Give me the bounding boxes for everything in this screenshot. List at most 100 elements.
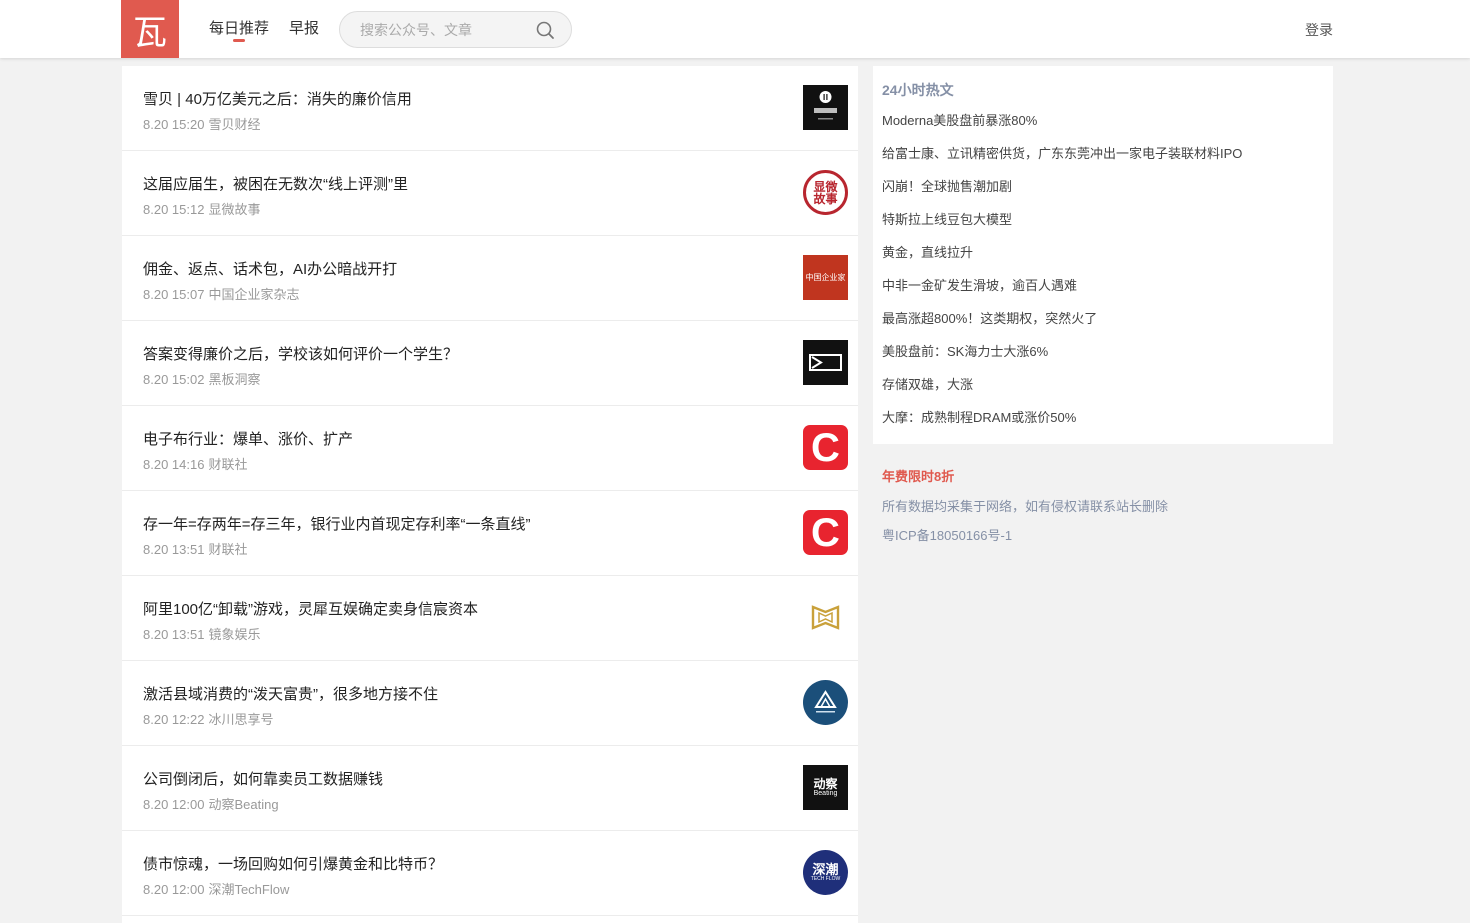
article-item[interactable]: 电子布行业：爆单、涨价、扩产 8.20 14:16 财联社 C bbox=[122, 406, 858, 491]
article-source: 冰川思享号 bbox=[208, 712, 274, 727]
article-meta: 8.20 15:12 显微故事 bbox=[143, 199, 260, 218]
article-source: 雪贝财经 bbox=[208, 117, 261, 132]
cailianshe-logo-icon[interactable]: C bbox=[803, 510, 848, 555]
dongcha-line1: 动察 bbox=[813, 776, 838, 791]
hot-article-item[interactable]: 大摩：成熟制程DRAM或涨价50% bbox=[882, 409, 1242, 442]
article-meta: 8.20 15:20 雪贝财经 bbox=[143, 114, 260, 133]
article-meta: 8.20 12:00 深潮TechFlow bbox=[143, 879, 289, 898]
article-source: 深潮TechFlow bbox=[208, 882, 290, 897]
jingxiang-mark-icon bbox=[811, 605, 840, 630]
hot-article-item[interactable]: 最高涨超800%！这类期权，突然火了 bbox=[882, 310, 1242, 343]
dongcha-logo-icon[interactable]: 动察 Beating bbox=[803, 765, 848, 810]
article-source: 黑板洞察 bbox=[208, 372, 261, 387]
article-title[interactable]: 这届应届生，被困在无数次“线上评测”里 bbox=[143, 173, 408, 194]
bingchuan-logo-icon[interactable] bbox=[803, 680, 848, 725]
article-item[interactable]: 佣金、返点、话术包，AI办公暗战开打 8.20 15:07 中国企业家杂志 中国企… bbox=[122, 236, 858, 321]
hot-article-item[interactable]: 美股盘前：SK海力士大涨6% bbox=[882, 343, 1242, 376]
hot-article-item[interactable]: 存储双雄，大涨 bbox=[882, 376, 1242, 409]
article-item[interactable]: 答案变得廉价之后，学校该如何评价一个学生？ 8.20 15:02 黑板洞察 bbox=[122, 321, 858, 406]
xianwei-line2: 故事 bbox=[813, 191, 838, 206]
nav-morning-label: 早报 bbox=[289, 20, 320, 37]
annual-promo-link[interactable]: 年费限时8折 bbox=[882, 466, 954, 485]
xuebei-mark-icon bbox=[814, 91, 837, 120]
article-title[interactable]: 雪贝 | 40万亿美元之后：消失的廉价信用 bbox=[143, 88, 412, 109]
article-item[interactable]: 存一年=存两年=存三年，银行业内首现定存利率“一条直线” 8.20 13:51 财… bbox=[122, 491, 858, 576]
article-title[interactable]: 佣金、返点、话术包，AI办公暗战开打 bbox=[143, 258, 397, 279]
article-item[interactable]: 阿里100亿“卸载”游戏，灵犀互娱确定卖身信宸资本 8.20 13:51 镜象娱乐 bbox=[122, 576, 858, 661]
nav-daily-label: 每日推荐 bbox=[209, 20, 270, 37]
article-source: 动察Beating bbox=[208, 797, 279, 812]
cailianshe-letter: C bbox=[811, 510, 840, 555]
icp-record-link[interactable]: 粤ICP备18050166号-1 bbox=[882, 525, 1012, 544]
article-meta: 8.20 13:51 财联社 bbox=[143, 539, 247, 558]
article-source: 中国企业家杂志 bbox=[208, 287, 300, 302]
article-source: 财联社 bbox=[208, 542, 248, 557]
hot-article-item[interactable]: 中非一金矿发生滑坡，逾百人遇难 bbox=[882, 277, 1242, 310]
top-header: 瓦 每日推荐 早报 登录 bbox=[0, 0, 1470, 58]
article-title[interactable]: 存一年=存两年=存三年，银行业内首现定存利率“一条直线” bbox=[143, 513, 531, 534]
article-item[interactable]: 债市惊魂，一场回购如何引爆黄金和比特币？ 8.20 12:00 深潮TechFlo… bbox=[122, 831, 858, 916]
article-time: 8.20 12:22 bbox=[143, 712, 205, 727]
dongcha-line2: Beating bbox=[813, 790, 838, 798]
article-title[interactable]: 阿里100亿“卸载”游戏，灵犀互娱确定卖身信宸资本 bbox=[143, 598, 478, 619]
bingchuan-mark-icon bbox=[814, 690, 837, 713]
hot-article-item[interactable]: 闪崩！全球抛售潮加剧 bbox=[882, 178, 1242, 211]
site-logo[interactable]: 瓦 bbox=[121, 0, 179, 58]
article-time: 8.20 12:00 bbox=[143, 882, 205, 897]
article-source: 财联社 bbox=[208, 457, 248, 472]
article-meta: 8.20 15:07 中国企业家杂志 bbox=[143, 284, 299, 303]
article-time: 8.20 15:02 bbox=[143, 372, 205, 387]
nav-morning-report[interactable]: 早报 bbox=[289, 19, 319, 39]
article-item[interactable]: 雪贝 | 40万亿美元之后：消失的廉价信用 8.20 15:20 雪贝财经 bbox=[122, 66, 858, 151]
article-source: 镜象娱乐 bbox=[208, 627, 261, 642]
hot-article-item[interactable]: 给富士康、立讯精密供货，广东东莞冲出一家电子装联材料IPO bbox=[882, 145, 1242, 178]
hot-articles-panel: 24小时热文 Moderna美股盘前暴涨80% 给富士康、立讯精密供货，广东东莞… bbox=[873, 66, 1333, 444]
cailianshe-logo-icon[interactable]: C bbox=[803, 425, 848, 470]
article-feed: 雪贝 | 40万亿美元之后：消失的廉价信用 8.20 15:20 雪贝财经 这届应… bbox=[122, 66, 858, 923]
article-item[interactable]: 激活县域消费的“泼天富贵”，很多地方接不住 8.20 12:22 冰川思享号 bbox=[122, 661, 858, 746]
article-time: 8.20 15:07 bbox=[143, 287, 205, 302]
article-source: 显微故事 bbox=[208, 202, 261, 217]
login-link[interactable]: 登录 bbox=[1305, 20, 1333, 40]
zgqyj-text: 中国企业家 bbox=[805, 273, 846, 282]
article-item[interactable]: 这届应届生，被困在无数次“线上评测”里 8.20 15:12 显微故事 显微 故事 bbox=[122, 151, 858, 236]
shenchao-line1: 深潮 bbox=[812, 862, 839, 878]
search-input[interactable] bbox=[360, 20, 530, 40]
xianwei-line1: 显微 bbox=[813, 179, 838, 194]
search-box bbox=[339, 11, 572, 48]
article-title[interactable]: 公司倒闭后，如何靠卖员工数据赚钱 bbox=[143, 768, 383, 789]
article-title[interactable]: 答案变得廉价之后，学校该如何评价一个学生？ bbox=[143, 343, 458, 364]
hot-article-item[interactable]: Moderna美股盘前暴涨80% bbox=[882, 112, 1242, 145]
article-meta: 8.20 13:51 镜象娱乐 bbox=[143, 624, 260, 643]
article-time: 8.20 15:12 bbox=[143, 202, 205, 217]
heiban-logo-icon[interactable] bbox=[803, 340, 848, 385]
hot-article-item[interactable]: 黄金，直线拉升 bbox=[882, 244, 1242, 277]
article-time: 8.20 13:51 bbox=[143, 542, 205, 557]
shenchao-line2: TECH FLOW bbox=[810, 875, 841, 882]
article-title[interactable]: 激活县域消费的“泼天富贵”，很多地方接不住 bbox=[143, 683, 438, 704]
copyright-disclaimer: 所有数据均采集于网络，如有侵权请联系站长删除 bbox=[882, 499, 1169, 514]
shenchao-logo-icon[interactable]: 深潮 TECH FLOW bbox=[803, 850, 848, 895]
heiban-mark-icon bbox=[809, 354, 842, 371]
article-item[interactable]: 公司倒闭后，如何靠卖员工数据赚钱 8.20 12:00 动察Beating 动察 … bbox=[122, 746, 858, 831]
hot-articles-heading: 24小时热文 bbox=[882, 82, 954, 98]
zgqyj-logo-icon[interactable]: 中国企业家 bbox=[803, 255, 848, 300]
article-meta: 8.20 12:22 冰川思享号 bbox=[143, 709, 273, 728]
nav-daily-recommend[interactable]: 每日推荐 bbox=[209, 19, 270, 42]
jingxiang-logo-icon[interactable] bbox=[803, 595, 848, 640]
cailianshe-letter: C bbox=[811, 425, 840, 470]
search-icon[interactable] bbox=[535, 20, 555, 40]
article-meta: 8.20 12:00 动察Beating bbox=[143, 794, 279, 813]
article-time: 8.20 13:51 bbox=[143, 627, 205, 642]
hot-articles-list: Moderna美股盘前暴涨80% 给富士康、立讯精密供货，广东东莞冲出一家电子装… bbox=[882, 112, 1242, 442]
article-time: 8.20 14:16 bbox=[143, 457, 205, 472]
hot-article-item[interactable]: 特斯拉上线豆包大模型 bbox=[882, 211, 1242, 244]
xianwei-logo-icon[interactable]: 显微 故事 bbox=[803, 170, 848, 215]
article-meta: 8.20 14:16 财联社 bbox=[143, 454, 247, 473]
article-time: 8.20 12:00 bbox=[143, 797, 205, 812]
xuebei-logo-icon[interactable] bbox=[803, 85, 848, 130]
article-meta: 8.20 15:02 黑板洞察 bbox=[143, 369, 260, 388]
article-title[interactable]: 债市惊魂，一场回购如何引爆黄金和比特币？ bbox=[143, 853, 443, 874]
article-title[interactable]: 电子布行业：爆单、涨价、扩产 bbox=[143, 428, 353, 449]
article-time: 8.20 15:20 bbox=[143, 117, 205, 132]
